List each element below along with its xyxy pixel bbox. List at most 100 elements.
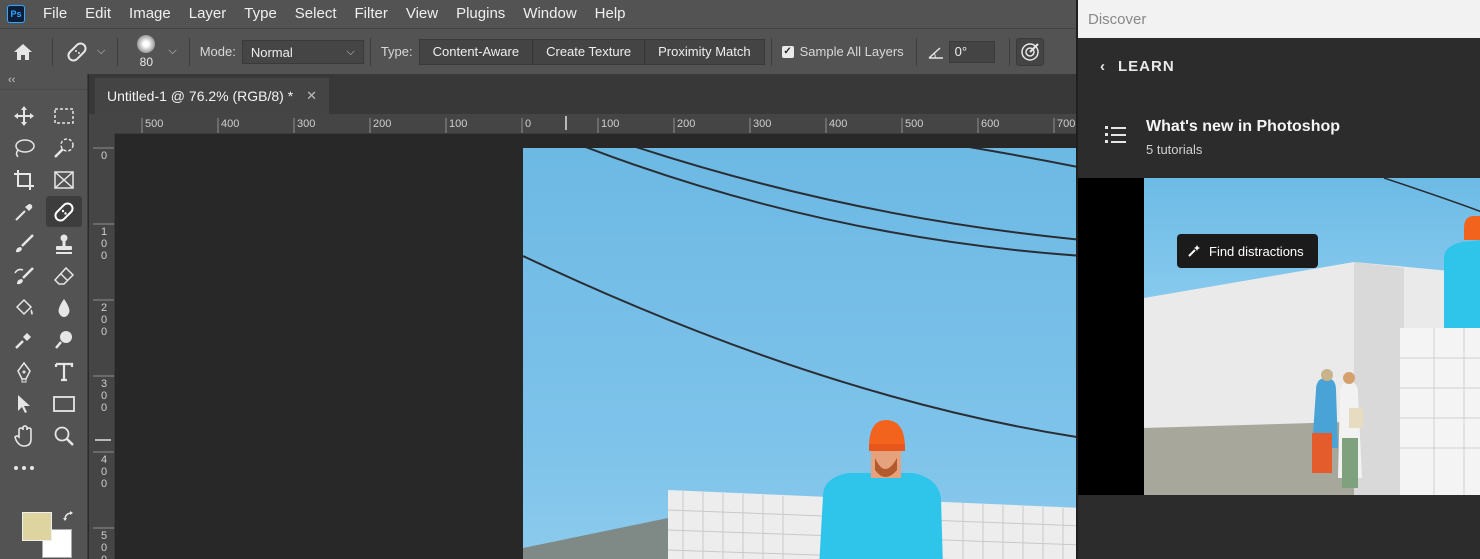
ruler-ticks — [93, 147, 114, 529]
discover-title: Discover — [1078, 0, 1480, 38]
menu-bar: Ps File Edit Image Layer Type Select Fil… — [0, 0, 1076, 28]
menu-select[interactable]: Select — [289, 0, 343, 28]
collapse-panel-icon[interactable]: ‹‹ — [0, 74, 87, 90]
menu-filter[interactable]: Filter — [349, 0, 394, 28]
swap-colors-icon[interactable] — [62, 510, 76, 524]
spot-healing-tool[interactable] — [46, 196, 82, 227]
ruler-label: 300 — [297, 118, 316, 130]
foreground-color-swatch[interactable] — [22, 512, 52, 541]
list-icon — [1105, 126, 1126, 143]
ruler-label: 300 — [100, 378, 108, 414]
move-tool[interactable] — [6, 100, 42, 131]
menu-plugins[interactable]: Plugins — [450, 0, 511, 28]
frame-icon — [54, 170, 74, 189]
frame-tool[interactable] — [46, 164, 82, 195]
blur-tool[interactable] — [46, 292, 82, 323]
canvas-workspace[interactable] — [115, 134, 1076, 559]
crop-tool[interactable] — [6, 164, 42, 195]
pen-tool[interactable] — [6, 356, 42, 387]
type-content-aware-button[interactable]: Content-Aware — [419, 39, 534, 64]
menu-type[interactable]: Type — [238, 0, 283, 28]
smudge-icon — [15, 332, 31, 349]
mode-value: Normal — [250, 44, 293, 60]
eyedropper-icon — [15, 203, 33, 221]
spot-healing-icon — [54, 201, 74, 222]
pressure-button[interactable] — [1015, 37, 1044, 66]
horizontal-ruler[interactable]: 500 400 300 200 100 0 100 200 300 400 50… — [115, 114, 1076, 134]
tutorial-letterbox — [1078, 178, 1144, 495]
whats-new-section[interactable]: What's new in Photoshop 5 tutorials — [1104, 118, 1340, 157]
menu-view[interactable]: View — [400, 0, 444, 28]
photo-content — [523, 148, 1076, 559]
crop-icon — [14, 169, 34, 190]
more-tools-button[interactable] — [6, 452, 42, 483]
history-brush-tool[interactable] — [6, 260, 42, 291]
type-tool[interactable] — [46, 356, 82, 387]
menu-window[interactable]: Window — [517, 0, 582, 28]
document-canvas[interactable] — [523, 148, 1076, 559]
chevron-down-icon[interactable]: ⌵ — [168, 45, 176, 58]
find-distractions-label: Find distractions — [1209, 243, 1304, 259]
quick-select-icon — [54, 137, 74, 158]
sample-all-layers-label: Sample All Layers — [799, 44, 904, 59]
tools-panel: ‹‹ — [0, 74, 88, 559]
brush-picker[interactable]: 80 — [130, 34, 162, 69]
ruler-corner — [89, 114, 115, 134]
menu-layer[interactable]: Layer — [183, 0, 233, 28]
dodge-burn-tool[interactable] — [46, 324, 82, 355]
brush-tool[interactable] — [6, 228, 42, 259]
ruler-ticks — [141, 116, 1055, 133]
mode-select[interactable]: Normal ⌵ — [241, 39, 364, 64]
zoom-tool[interactable] — [46, 420, 82, 451]
sample-all-layers-checkbox[interactable]: ✓ — [781, 45, 794, 58]
home-button[interactable] — [0, 30, 46, 74]
angle-input[interactable]: 0° — [948, 40, 995, 63]
menu-help[interactable]: Help — [589, 0, 632, 28]
chevron-down-icon[interactable]: ⌵ — [97, 45, 105, 58]
path-select-icon — [18, 394, 30, 413]
separator — [188, 37, 190, 66]
tool-preset-button[interactable]: ⌵ — [65, 39, 111, 65]
vertical-ruler[interactable]: 0 100 200 300 400 500 — [89, 134, 115, 559]
dodge-tool[interactable] — [6, 324, 42, 355]
ruler-label: 200 — [677, 118, 696, 130]
menu-image[interactable]: Image — [123, 0, 177, 28]
ruler-label: 0 — [100, 150, 108, 162]
ruler-label: 100 — [601, 118, 620, 130]
rectangle-tool[interactable] — [46, 388, 82, 419]
separator — [770, 37, 772, 66]
ruler-label: 500 — [905, 118, 924, 130]
photoshop-logo[interactable]: Ps — [7, 5, 25, 23]
pen-icon — [17, 361, 31, 382]
type-create-texture-button[interactable]: Create Texture — [533, 39, 646, 64]
ruler-label: 0 — [525, 118, 532, 130]
separator — [52, 37, 53, 66]
ruler-label: 500 — [100, 530, 108, 559]
back-to-learn-button[interactable]: ‹ LEARN — [1100, 58, 1175, 75]
menu-file[interactable]: File — [37, 0, 73, 28]
type-proximity-match-button[interactable]: Proximity Match — [645, 39, 764, 64]
tutorial-preview[interactable]: Find distractions — [1144, 178, 1480, 495]
document-tab[interactable]: Untitled-1 @ 76.2% (RGB/8) * ✕ — [95, 78, 329, 114]
menu-edit[interactable]: Edit — [79, 0, 117, 28]
hand-tool[interactable] — [6, 420, 42, 451]
quick-select-tool[interactable] — [46, 132, 82, 163]
separator — [1008, 37, 1010, 66]
stamp-tool[interactable] — [46, 228, 82, 259]
ruler-label: 400 — [829, 118, 848, 130]
ruler-label: 700 — [1057, 118, 1076, 130]
marquee-tool[interactable] — [46, 100, 82, 131]
eyedropper-tool[interactable] — [6, 196, 42, 227]
find-distractions-pill[interactable]: Find distractions — [1177, 234, 1318, 268]
tool-grid — [0, 90, 87, 483]
separator — [369, 37, 371, 66]
eraser-tool[interactable] — [46, 260, 82, 291]
options-bar: ⌵ 80 ⌵ Mode: Normal ⌵ Type: Content-Awar… — [0, 28, 1076, 74]
close-icon[interactable]: ✕ — [306, 88, 317, 104]
ruler-label: 400 — [221, 118, 240, 130]
paint-bucket-tool[interactable] — [6, 292, 42, 323]
path-select-tool[interactable] — [6, 388, 42, 419]
type-icon — [54, 362, 74, 381]
lasso-tool[interactable] — [6, 132, 42, 163]
chevron-down-icon: ⌵ — [346, 45, 355, 58]
